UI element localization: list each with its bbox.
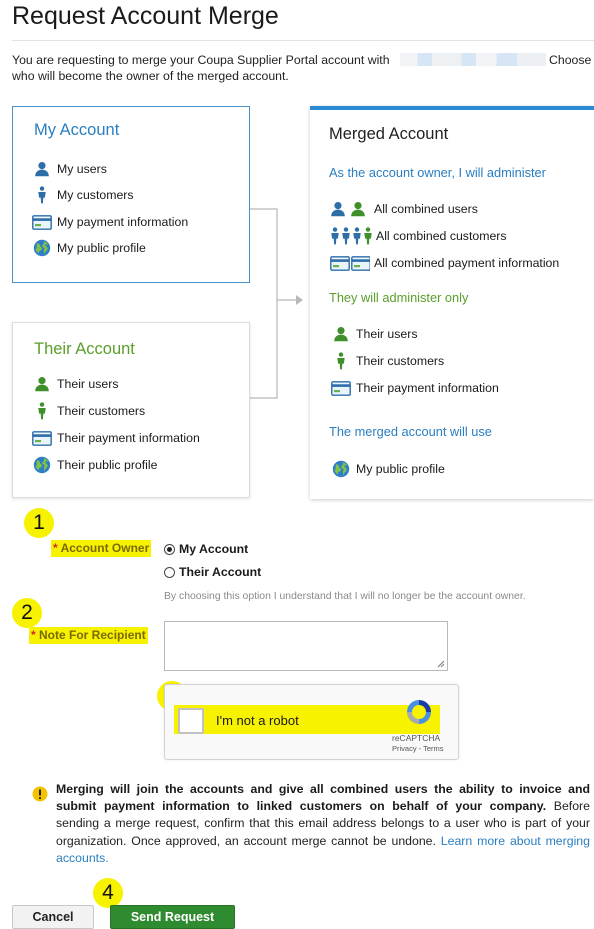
annotation-marker-2: 2 <box>12 598 42 628</box>
radio-their-account-indicator[interactable] <box>164 566 175 578</box>
users-icon <box>330 201 370 217</box>
arrow-right-icon <box>296 295 303 305</box>
resize-grip-icon[interactable] <box>437 660 445 668</box>
my-account-card: My Account My users My customers My paym… <box>12 106 250 283</box>
user-icon <box>330 326 352 342</box>
their-customers-row: Their customers <box>31 402 145 420</box>
they-heading: They will administer only <box>329 290 469 305</box>
customer-icon <box>31 186 53 204</box>
customer-icon <box>31 402 53 420</box>
merged-profile-row: My public profile <box>330 460 445 478</box>
owner-hint: By choosing this option I understand tha… <box>164 591 526 602</box>
recaptcha-privacy-link[interactable]: Privacy <box>392 744 417 753</box>
customers-icon <box>330 227 372 245</box>
intro-text: You are requesting to merge your Coupa S… <box>12 52 592 84</box>
their-users-row: Their users <box>31 375 119 393</box>
intro-line-2: who will become the owner of the merged … <box>12 69 289 83</box>
merged-their-customers-row: Their customers <box>330 352 444 370</box>
my-account-title: My Account <box>34 121 120 139</box>
user-icon <box>31 376 53 392</box>
my-profile-row: My public profile <box>31 239 146 257</box>
notice-bold: Merging will join the accounts and give … <box>56 782 590 814</box>
combined-customers-row: All combined customers <box>330 227 507 245</box>
send-request-button[interactable]: Send Request <box>110 905 235 929</box>
merged-account-card: Merged Account As the account owner, I w… <box>310 106 594 499</box>
annotation-marker-1: 1 <box>24 508 54 538</box>
their-account-title: Their Account <box>34 340 135 358</box>
payment-cards-icon <box>330 256 370 271</box>
their-account-card: Their Account Their users Their customer… <box>12 322 250 498</box>
note-for-recipient-input[interactable] <box>164 621 448 671</box>
globe-icon <box>31 239 53 257</box>
recaptcha-links: Privacy - Terms <box>392 744 444 753</box>
merge-notice: Merging will join the accounts and give … <box>56 781 590 867</box>
merged-their-payment-row: Their payment information <box>330 379 499 397</box>
my-customers-row: My customers <box>31 186 134 204</box>
recaptcha-terms-link[interactable]: Terms <box>423 744 443 753</box>
intro-sentence: You are requesting to merge your Coupa S… <box>12 53 390 67</box>
recaptcha-logo-icon <box>407 700 431 724</box>
payment-card-icon <box>330 381 352 396</box>
my-users-row: My users <box>31 160 107 178</box>
title-divider <box>12 40 594 41</box>
use-heading: The merged account will use <box>329 424 492 439</box>
recaptcha-checkbox[interactable] <box>178 708 204 734</box>
cancel-button[interactable]: Cancel <box>12 905 94 929</box>
globe-icon <box>31 456 53 474</box>
user-icon <box>31 161 53 177</box>
intro-choose: Choose <box>549 53 592 67</box>
combined-users-row: All combined users <box>330 200 478 218</box>
radio-their-account[interactable]: Their Account <box>164 565 261 579</box>
customer-icon <box>330 352 352 370</box>
annotation-marker-4: 4 <box>93 878 123 908</box>
merged-account-title: Merged Account <box>329 125 449 143</box>
merged-their-users-row: Their users <box>330 325 418 343</box>
recaptcha-label: I'm not a robot <box>216 713 299 728</box>
note-for-recipient-label: * Note For Recipient <box>29 627 148 644</box>
radio-my-account[interactable]: My Account <box>164 542 248 556</box>
account-owner-label: * Account Owner <box>51 540 152 557</box>
owner-heading: As the account owner, I will administer <box>329 165 546 180</box>
radio-my-account-indicator[interactable] <box>164 543 175 555</box>
combined-payment-row: All combined payment information <box>330 254 559 272</box>
my-payment-row: My payment information <box>31 213 188 231</box>
globe-icon <box>330 460 352 478</box>
recaptcha-brand: reCAPTCHA <box>392 733 441 743</box>
redacted-email <box>400 53 546 66</box>
warning-icon <box>32 786 48 802</box>
page-title: Request Account Merge <box>12 2 279 30</box>
payment-card-icon <box>31 215 53 230</box>
their-profile-row: Their public profile <box>31 456 157 474</box>
payment-card-icon <box>31 431 53 446</box>
their-payment-row: Their payment information <box>31 429 200 447</box>
captcha-highlight <box>174 705 440 734</box>
